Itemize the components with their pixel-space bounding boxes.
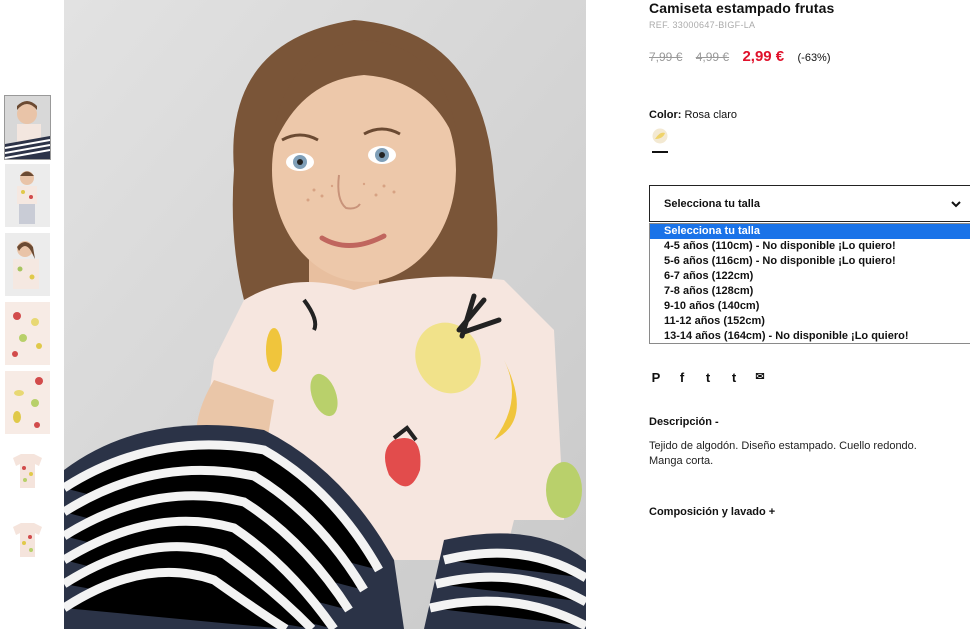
tumblr-icon[interactable]: t [727,370,741,386]
color-label: Color: [649,109,682,121]
size-select-value: Selecciona tu talla [664,198,760,210]
facebook-icon[interactable]: f [675,370,689,386]
description-text: Tejido de algodón. Diseño estampado. Cue… [649,440,917,467]
thumbnail-2[interactable] [5,164,50,227]
thumbnail-1[interactable] [4,95,51,160]
price-current: 2,99 € [742,48,785,65]
size-option[interactable]: 9-10 años (140cm) [650,299,970,314]
size-select[interactable]: Selecciona tu talla [649,185,970,222]
composition-heading[interactable]: Composición y lavado + [649,506,775,518]
size-dropdown-list: Selecciona tu talla 4-5 años (110cm) - N… [649,223,970,344]
thumbnail-6[interactable] [5,440,50,503]
product-reference: REF. 33000647-BIGF-LA [649,20,756,30]
color-swatch-rosa-claro[interactable] [652,128,668,144]
size-option[interactable]: 11-12 años (152cm) [650,314,970,329]
product-title: Camiseta estampado frutas [649,0,835,16]
price-previous: 4,99 € [695,50,730,64]
thumbnail-5[interactable] [5,371,50,434]
pinterest-icon[interactable]: P [649,370,663,386]
email-icon[interactable]: ✉ [753,370,767,386]
discount-badge: (-63%) [797,52,831,64]
thumbnail-3[interactable] [5,233,50,296]
size-option[interactable]: Selecciona tu talla [650,224,970,239]
thumbnail-7[interactable] [5,509,50,572]
price-original: 7,99 € [649,50,683,64]
size-option[interactable]: 6-7 años (122cm) [650,269,970,284]
chevron-down-icon [950,198,962,210]
twitter-icon[interactable]: t [701,370,715,386]
thumbnail-4[interactable] [5,302,50,365]
price-block: 7,99 € 4,99 € 2,99 € (-63%) [649,48,831,65]
product-main-image [64,0,586,629]
size-option[interactable]: 5-6 años (116cm) - No disponible ¡Lo qui… [650,254,970,269]
size-option[interactable]: 13-14 años (164cm) - No disponible ¡Lo q… [650,329,970,344]
color-value: Rosa claro [684,109,738,121]
description-heading[interactable]: Descripción - [649,416,719,428]
swatch-selected-indicator [652,151,668,153]
size-option[interactable]: 7-8 años (128cm) [650,284,970,299]
color-info: Color: Rosa claro [649,109,737,121]
size-option[interactable]: 4-5 años (110cm) - No disponible ¡Lo qui… [650,239,970,254]
